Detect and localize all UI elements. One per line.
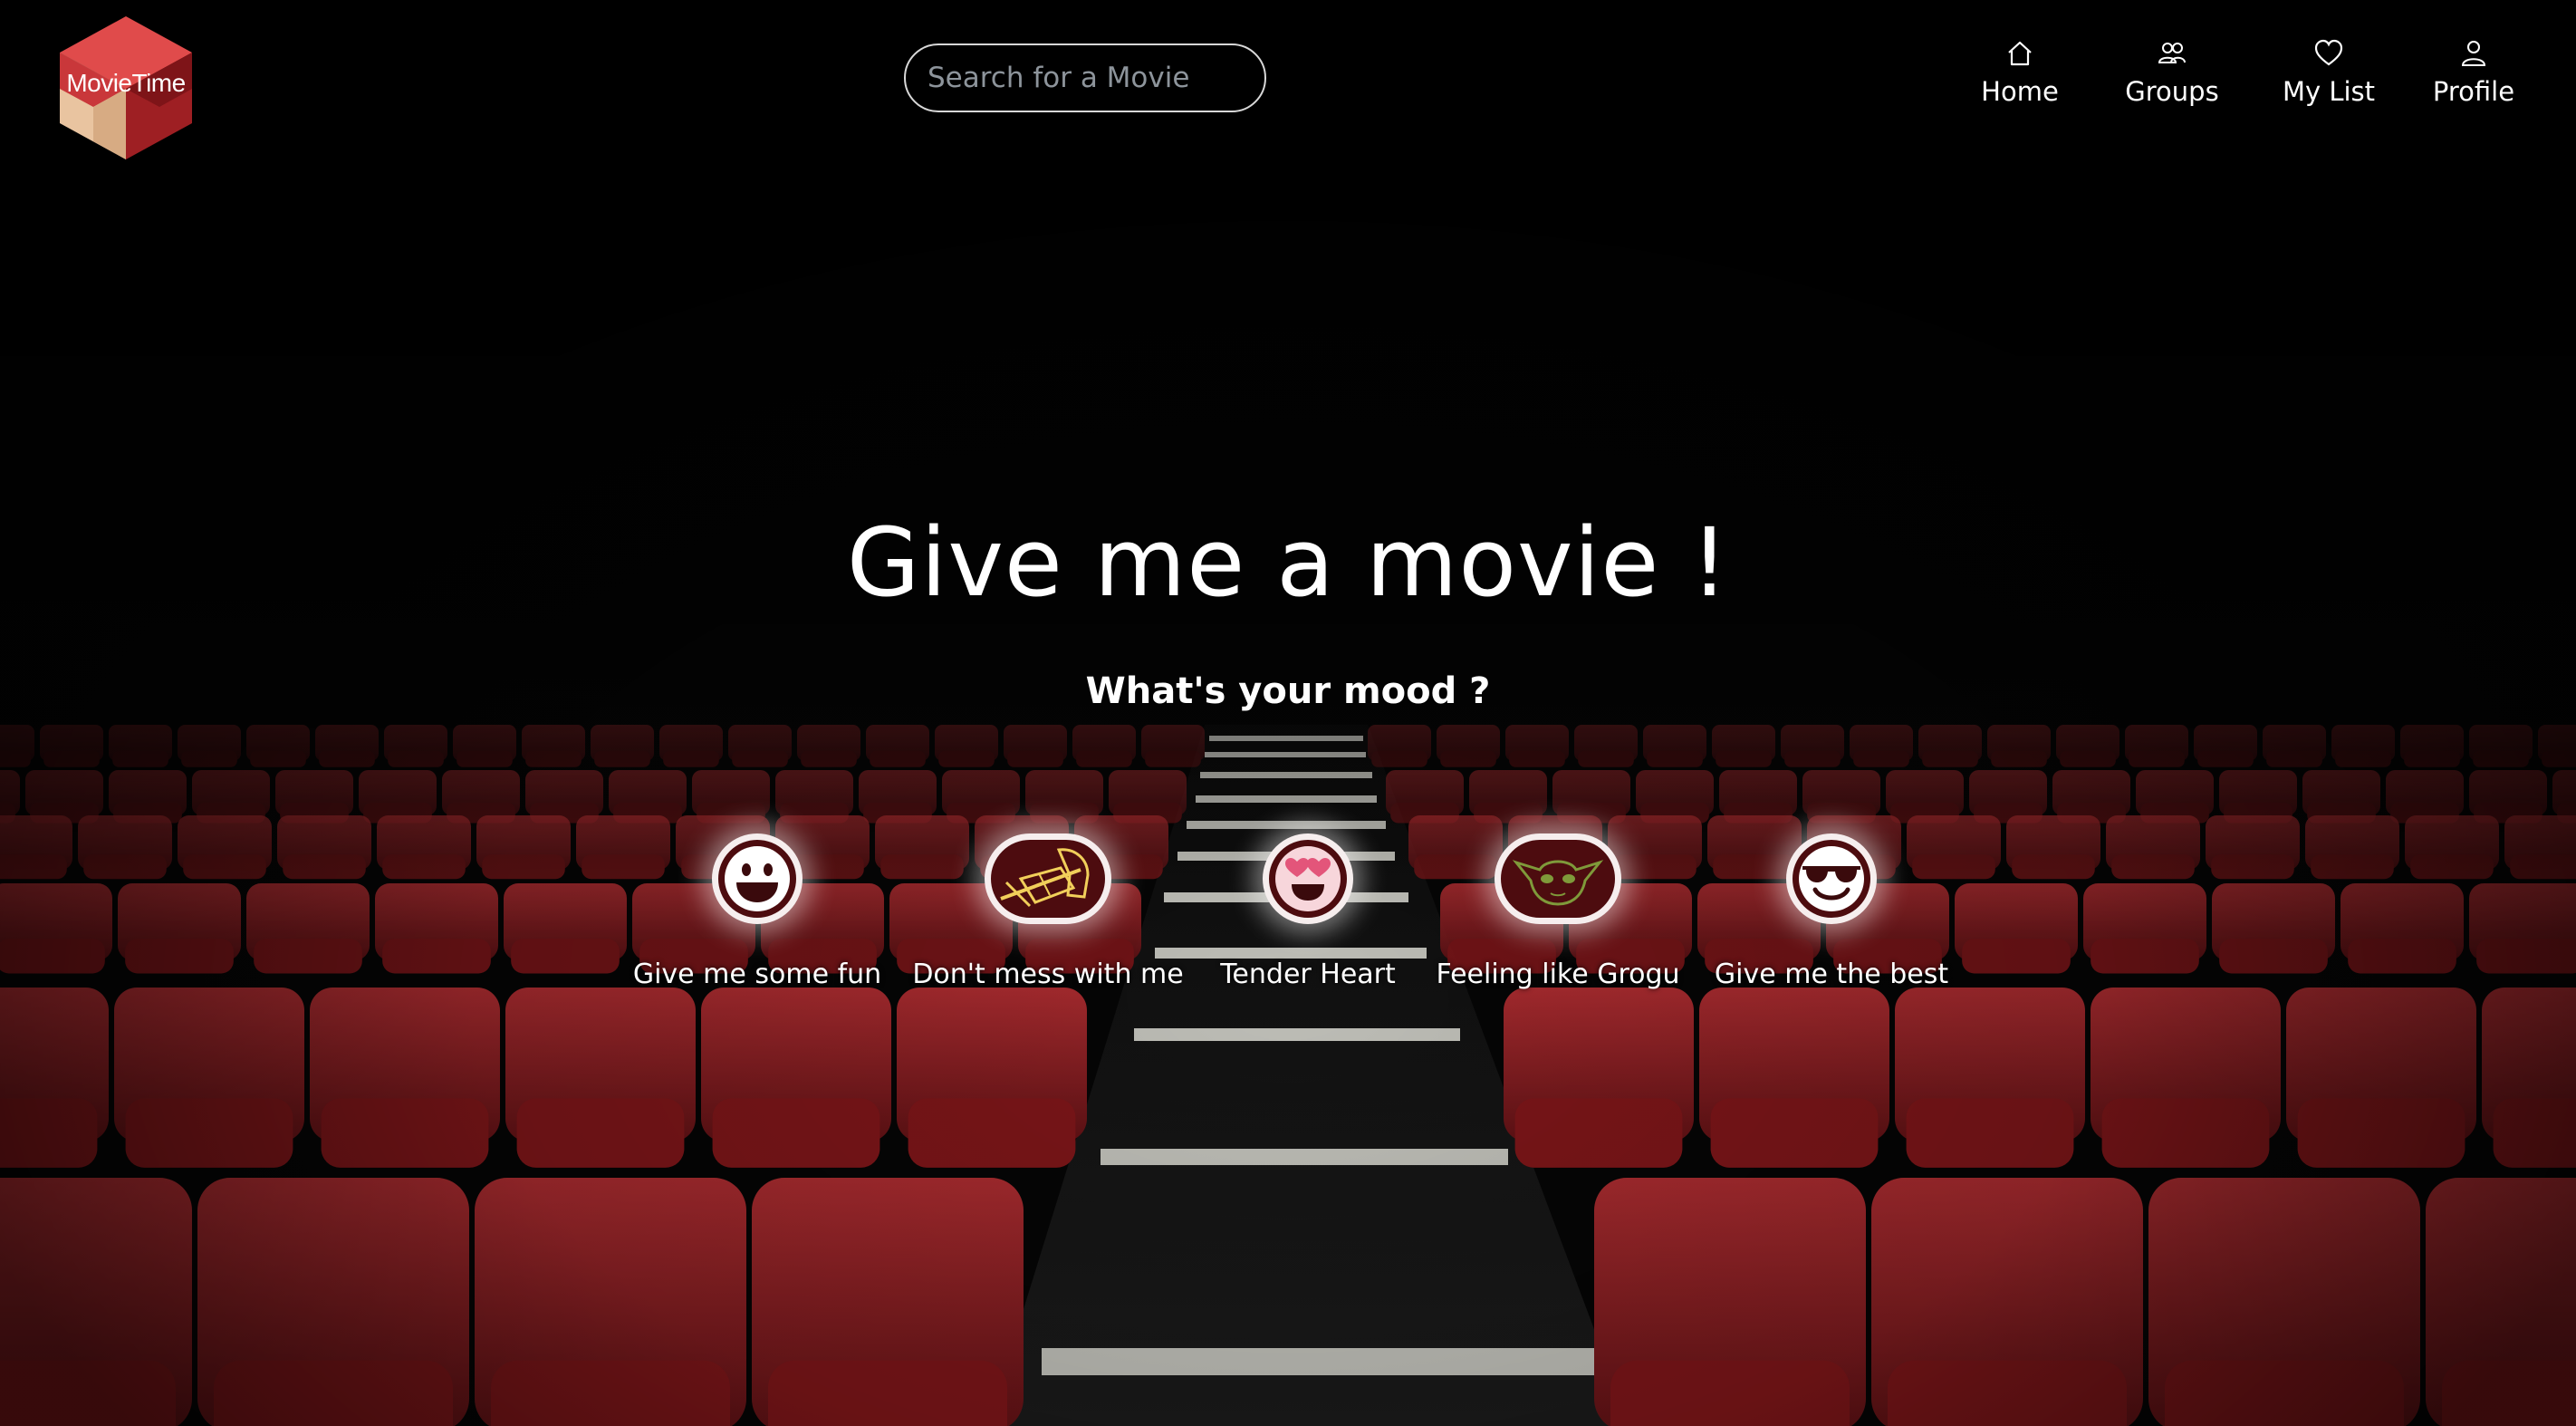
search-input[interactable]: [904, 43, 1266, 112]
groups-icon: [2158, 43, 2186, 63]
mood-fun-label: Give me some fun: [632, 959, 882, 990]
app-logo[interactable]: MovieTime: [60, 16, 192, 159]
sunglasses-face-icon: [1799, 846, 1864, 911]
nav-groups-label: Groups: [2125, 76, 2219, 107]
nav-profile[interactable]: Profile: [2414, 38, 2533, 120]
profile-icon: [2461, 41, 2486, 66]
nav-home-label: Home: [1981, 76, 2059, 107]
nav-profile-label: Profile: [2432, 76, 2515, 107]
mood-grogu-badge[interactable]: [1495, 833, 1621, 924]
mood-tender-heart-label: Tender Heart: [1220, 959, 1396, 990]
mood-tender-heart[interactable]: Tender Heart: [1163, 833, 1453, 990]
mood-best-badge[interactable]: [1786, 833, 1877, 924]
mood-dont-mess[interactable]: Don't mess with me: [903, 833, 1193, 990]
grinning-face-icon: [725, 846, 790, 911]
grogu-icon: [1512, 860, 1604, 906]
mood-tender-heart-badge[interactable]: [1263, 833, 1353, 924]
hero-subtitle: What's your mood ?: [1085, 670, 1491, 712]
mood-dont-mess-badge[interactable]: [985, 833, 1111, 924]
mood-grogu[interactable]: Feeling like Grogu: [1413, 833, 1703, 990]
mood-best[interactable]: Give me the best: [1687, 833, 1976, 990]
home-icon: [2008, 41, 2032, 66]
nav-home[interactable]: Home: [1976, 38, 2063, 120]
nav-my-list[interactable]: My List: [2269, 38, 2389, 120]
mood-grogu-label: Feeling like Grogu: [1436, 959, 1680, 990]
mood-fun-badge[interactable]: [712, 833, 803, 924]
mood-best-label: Give me the best: [1714, 959, 1949, 990]
scene-overlay: [0, 0, 2576, 1426]
logo-text: MovieTime: [66, 69, 186, 97]
heart-icon: [2314, 39, 2343, 66]
nav-my-list-label: My List: [2282, 76, 2376, 107]
mood-dont-mess-label: Don't mess with me: [912, 959, 1184, 990]
heart-eyes-face-icon: [1275, 846, 1341, 911]
mood-fun[interactable]: Give me some fun: [612, 833, 902, 990]
hero-title: Give me a movie !: [846, 507, 1730, 618]
nav-groups[interactable]: Groups: [2118, 38, 2226, 120]
kill-bill-icon: [1000, 848, 1090, 908]
